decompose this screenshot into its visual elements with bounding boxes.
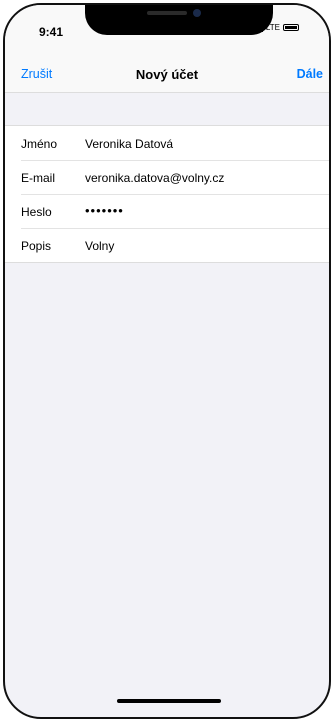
speaker-grille (147, 11, 187, 15)
signal-indicators: LTE (251, 23, 299, 32)
password-row[interactable]: Heslo ••••••• (5, 194, 329, 228)
name-field[interactable]: Veronika Datová (85, 137, 173, 151)
password-label: Heslo (21, 205, 52, 219)
description-row[interactable]: Popis Volny (5, 228, 329, 262)
password-field[interactable]: ••••••• (85, 203, 124, 218)
home-indicator[interactable] (117, 699, 221, 703)
email-field[interactable]: veronika.datova@volny.cz (85, 171, 224, 185)
page-title: Nový účet (135, 67, 199, 82)
phone-frame: 9:41 LTE Zrušit Nový účet Dále Jméno Ver… (3, 3, 331, 719)
description-label: Popis (21, 239, 52, 253)
notch (85, 5, 273, 35)
signal-bars-icon (251, 23, 263, 32)
status-bar: 9:41 LTE (5, 5, 329, 49)
battery-icon (283, 24, 299, 31)
description-field[interactable]: Volny (85, 239, 114, 253)
name-label: Jméno (21, 137, 58, 151)
next-button[interactable]: Dále (297, 67, 323, 81)
network-type: LTE (265, 23, 280, 32)
email-label: E-mail (21, 171, 56, 185)
status-time: 9:41 (39, 25, 64, 39)
navigation-bar: Zrušit Nový účet Dále (5, 49, 329, 93)
name-row[interactable]: Jméno Veronika Datová (5, 126, 329, 160)
email-row[interactable]: E-mail veronika.datova@volny.cz (5, 160, 329, 194)
account-form: Jméno Veronika Datová E-mail veronika.da… (5, 125, 329, 263)
front-camera (193, 9, 201, 17)
